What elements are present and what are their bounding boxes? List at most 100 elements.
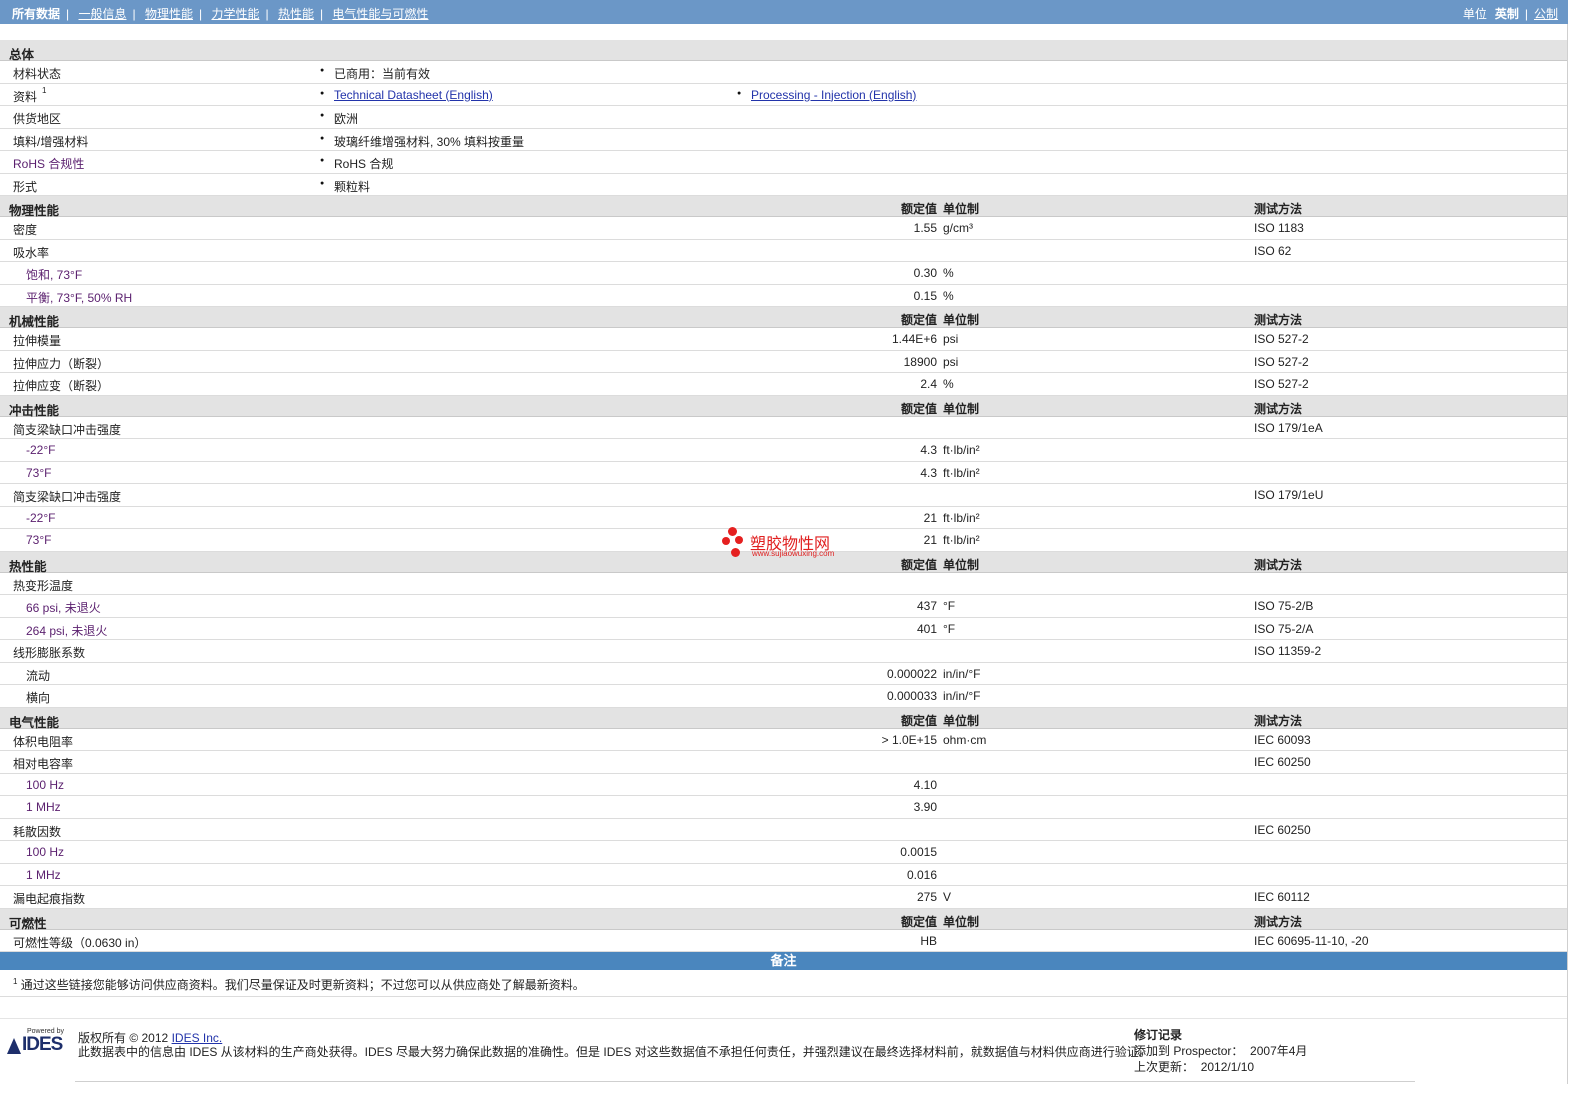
revision-added: 添加到 Prospector： 2007年4月 xyxy=(1134,1043,1307,1059)
property-row: 线形膨胀系数 ISO 11359-2 xyxy=(0,640,1567,663)
property-row: 相对电容率 IEC 60250 xyxy=(0,751,1567,774)
property-value: 0.000022 xyxy=(886,666,937,681)
property-value: 0.15 xyxy=(913,288,937,303)
tab-general[interactable]: 一般信息 xyxy=(78,7,126,21)
footnote-marker: 1 xyxy=(42,85,47,95)
property-unit: ft·lb/in² xyxy=(943,443,980,457)
property-row: 横向 0.000033 in/in/°F xyxy=(0,685,1567,708)
property-value: 4.10 xyxy=(913,777,937,792)
general-value: 颗粒料 xyxy=(320,178,370,195)
general-label: 材料状态 xyxy=(13,67,62,81)
datasheet-link[interactable]: Technical Datasheet (English) xyxy=(320,88,493,102)
property-value: 0.000033 xyxy=(886,689,937,703)
nav-separator: | xyxy=(319,7,324,21)
property-value: 1.44E+6 xyxy=(891,332,937,346)
property-name: 横向 xyxy=(26,691,51,705)
unit-switcher: 单位 英制 | 公制 xyxy=(1463,5,1558,22)
general-row: RoHS 合规性 RoHS 合规 xyxy=(0,151,1567,174)
property-name: 吸水率 xyxy=(13,245,50,260)
note-item: 1 通过这些链接您能够访问供应商资料。我们尽量保证及时更新资料；不过您可以从供应… xyxy=(13,976,585,993)
revision-history: 修订记录 添加到 Prospector： 2007年4月 上次更新： 2012/… xyxy=(1134,1027,1307,1075)
property-value: 3.90 xyxy=(913,800,937,814)
test-method: IEC 60250 xyxy=(1254,822,1311,837)
property-name: 可燃性等级（0.0630 in） xyxy=(13,935,147,950)
section-header: 物理性能 额定值 单位制 测试方法 xyxy=(0,196,1567,218)
tab-mechanical[interactable]: 力学性能 xyxy=(211,7,259,21)
property-name: 100 Hz xyxy=(26,845,65,859)
nav-separator: | xyxy=(66,7,70,21)
property-name: 耗散因数 xyxy=(13,824,62,839)
property-row: 拉伸模量 1.44E+6 psi ISO 527-2 xyxy=(0,328,1567,351)
property-unit: % xyxy=(943,266,954,280)
header-value: 额定值 xyxy=(900,401,937,416)
nav-separator: | xyxy=(132,7,136,21)
property-row: 热变形温度 xyxy=(0,573,1567,595)
watermark-dot-icon xyxy=(728,527,737,536)
property-row: -22°F 21 ft·lb/in² xyxy=(0,507,1567,529)
tab-electrical-flammability[interactable]: 电气性能与可燃性 xyxy=(332,7,428,21)
watermark-dot-icon xyxy=(722,537,730,545)
test-method: ISO 62 xyxy=(1254,243,1292,258)
note-text: 通过这些链接您能够访问供应商资料。我们尽量保证及时更新资料；不过您可以从供应商处… xyxy=(20,978,585,992)
tab-thermal[interactable]: 热性能 xyxy=(278,7,314,21)
property-unit: psi xyxy=(943,354,959,369)
property-unit: in/in/°F xyxy=(943,689,981,703)
property-row: 漏电起痕指数 275 V IEC 60112 xyxy=(0,886,1567,909)
property-row: 饱和, 73°F 0.30% xyxy=(0,262,1567,285)
nav-separator: | xyxy=(1524,7,1528,21)
unit-metric[interactable]: 公制 xyxy=(1534,7,1558,21)
property-value: 0.0015 xyxy=(900,845,937,859)
watermark-url: www.sujiaowuxing.com xyxy=(752,549,835,558)
property-name: 相对电容率 xyxy=(13,757,74,771)
general-label: 形式 xyxy=(13,179,38,194)
logo-name: IDES xyxy=(22,1034,63,1055)
header-value: 额定值 xyxy=(900,202,937,216)
property-value: 18900 xyxy=(903,354,937,369)
header-unit: 单位制 xyxy=(943,313,980,327)
test-method: ISO 527-2 xyxy=(1254,377,1309,391)
property-value: HB xyxy=(920,933,937,948)
property-name: 73°F xyxy=(26,465,52,480)
logo-mark-icon xyxy=(7,1038,21,1054)
property-name: 简支梁缺口冲击强度 xyxy=(13,422,122,437)
general-label: 资料 xyxy=(13,89,38,104)
header-value: 额定值 xyxy=(900,713,937,728)
property-sections: 物理性能 额定值 单位制 测试方法 密度 1.55 g/cm³ ISO 1183 吸水率 ISO … xyxy=(0,196,1567,952)
property-row: 吸水率 ISO 62 xyxy=(0,240,1567,262)
header-method: 测试方法 xyxy=(1254,313,1303,327)
header-method: 测试方法 xyxy=(1254,202,1303,216)
property-unit: °F xyxy=(943,621,956,636)
property-name: 密度 xyxy=(13,223,38,237)
header-value: 额定值 xyxy=(900,313,937,327)
unit-imperial[interactable]: 英制 xyxy=(1495,7,1519,21)
property-unit: ft·lb/in² xyxy=(943,533,980,547)
tab-all-data[interactable]: 所有数据 xyxy=(12,7,60,21)
property-row: 100 Hz 4.10 xyxy=(0,774,1567,796)
header-method: 测试方法 xyxy=(1254,713,1303,728)
general-value: 欧洲 xyxy=(320,110,358,127)
property-unit: g/cm³ xyxy=(943,221,973,235)
property-value: 4.3 xyxy=(920,465,937,480)
test-method: ISO 527-2 xyxy=(1254,354,1309,369)
ides-logo: Powered by IDES xyxy=(7,1028,71,1055)
general-value: 已商用：当前有效 xyxy=(320,65,430,82)
header-value: 额定值 xyxy=(900,914,937,929)
property-name: 拉伸应力（断裂） xyxy=(13,356,110,371)
test-method: ISO 179/1eA xyxy=(1254,420,1323,435)
property-value: 4.3 xyxy=(920,443,937,457)
test-method: ISO 179/1eU xyxy=(1254,488,1324,502)
property-value: 401 xyxy=(916,621,937,636)
test-method: IEC 60695-11-10, -20 xyxy=(1254,933,1369,948)
datasheet-link[interactable]: Processing - Injection (English) xyxy=(737,88,916,102)
tab-physical[interactable]: 物理性能 xyxy=(145,7,193,21)
general-label: RoHS 合规性 xyxy=(13,157,85,171)
header-unit: 单位制 xyxy=(943,202,980,216)
general-value: RoHS 合规 xyxy=(320,155,393,172)
property-name: 线形膨胀系数 xyxy=(13,646,86,660)
property-value: 1.55 xyxy=(913,221,937,235)
general-row: 填料/增强材料 玻璃纤维增强材料, 30% 填料按重量 xyxy=(0,129,1567,151)
property-row: 拉伸应变（断裂） 2.4% ISO 527-2 xyxy=(0,373,1567,396)
property-value: 21 xyxy=(923,510,937,525)
general-row: 材料状态 已商用：当前有效 xyxy=(0,61,1567,84)
general-label: 供货地区 xyxy=(13,112,62,126)
